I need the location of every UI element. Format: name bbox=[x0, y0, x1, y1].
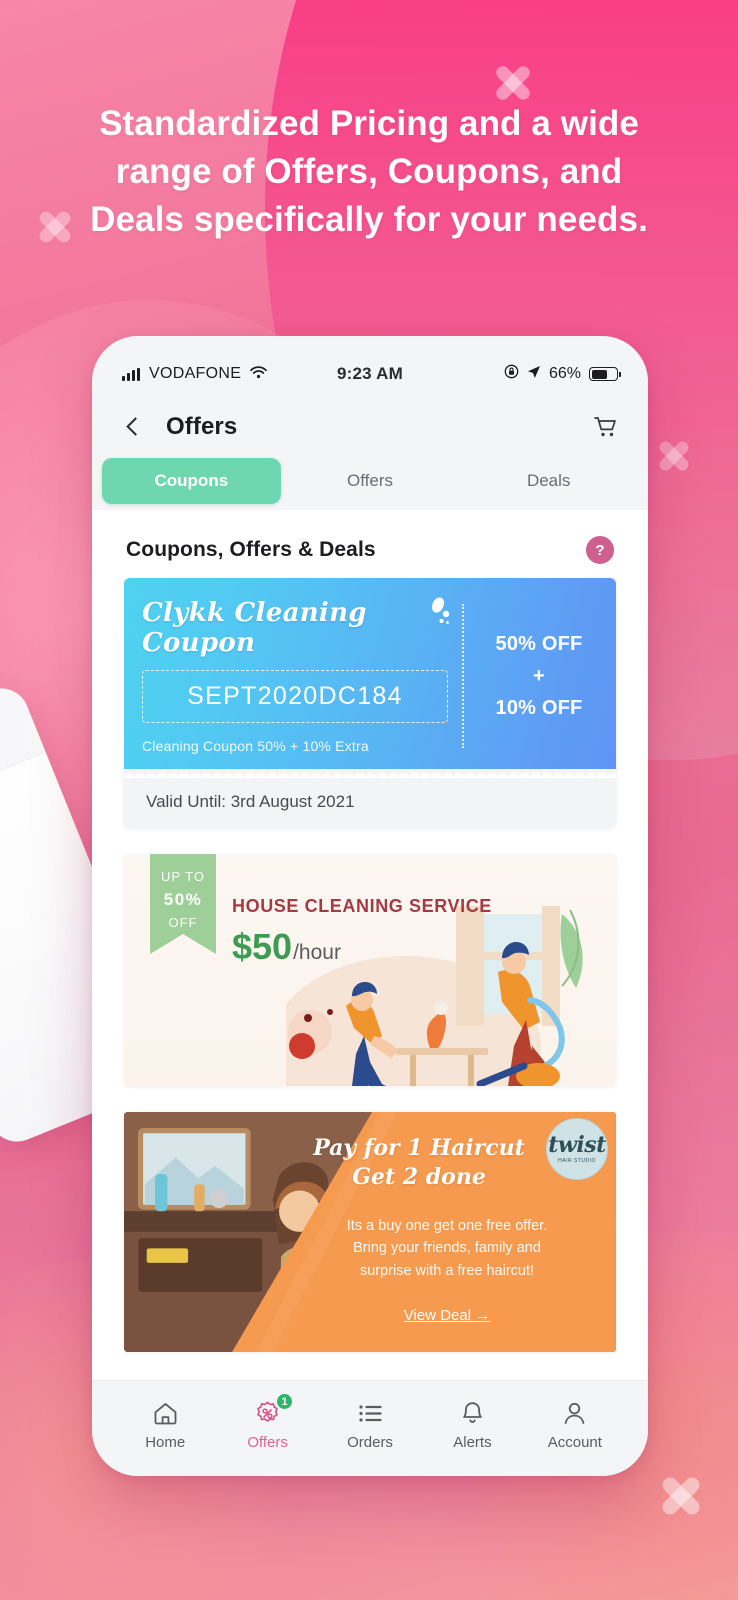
offers-badge-count: 1 bbox=[276, 1393, 294, 1410]
cross-decoration-right bbox=[648, 430, 700, 482]
twist-logo-subtext: HAIR STUDIO bbox=[558, 1158, 596, 1164]
nav-item-account[interactable]: Account bbox=[524, 1400, 626, 1451]
ribbon-line-1: UP TO bbox=[160, 869, 206, 884]
discount-tag-icon: 1 bbox=[254, 1393, 294, 1427]
nav-label-alerts: Alerts bbox=[453, 1434, 492, 1451]
carrier-label: VODAFONE bbox=[149, 365, 242, 382]
battery-percent-label: 66% bbox=[548, 365, 581, 382]
bottom-navigation: Home 1 Offers Orders Alerts Account bbox=[92, 1380, 648, 1476]
coupon-code: SEPT2020DC184 bbox=[187, 682, 403, 710]
coupon-code-box[interactable]: SEPT2020DC184 bbox=[142, 670, 448, 723]
page-title: Offers bbox=[166, 413, 238, 440]
coupon-subtitle: Cleaning Coupon 50% + 10% Extra bbox=[142, 738, 369, 754]
battery-icon bbox=[589, 367, 621, 381]
haircut-body: Its a buy one get one free offer. Bring … bbox=[292, 1215, 602, 1284]
coupon-discount: 50% OFF + 10% OFF bbox=[480, 598, 598, 754]
house-cleaning-card[interactable]: UP TO 50% OFF HOUSE CLEANING SERVICE $50… bbox=[124, 854, 616, 1086]
phone-mockup: VODAFONE 9:23 AM 66% Offers Coupons Offe… bbox=[92, 336, 648, 1476]
house-cleaning-illustration bbox=[286, 906, 583, 1086]
nav-item-offers[interactable]: 1 Offers bbox=[216, 1393, 318, 1451]
ribbon-line-3: OFF bbox=[168, 915, 198, 931]
house-card-price-amount: $50 bbox=[232, 926, 293, 967]
twist-brand-logo: twist HAIR STUDIO bbox=[546, 1118, 608, 1180]
house-card-price: $50 /hour bbox=[232, 926, 341, 968]
coupon-perforation bbox=[124, 769, 616, 778]
coupon-divider bbox=[462, 604, 464, 748]
haircut-body-line-1: Its a buy one get one free offer. bbox=[346, 1217, 548, 1234]
coupon-title: Clykk Cleaning Coupon bbox=[142, 598, 367, 658]
haircut-headline-line-1: Pay for 1 Haircut bbox=[313, 1135, 525, 1161]
coupon-discount-secondary: 10% OFF bbox=[495, 696, 583, 719]
section-header: Coupons, Offers & Deals ? bbox=[92, 510, 648, 578]
signal-bars-icon bbox=[122, 367, 140, 381]
coupon-discount-plus: + bbox=[533, 664, 545, 687]
status-bar-time: 9:23 AM bbox=[337, 364, 403, 383]
bell-icon bbox=[459, 1400, 486, 1427]
location-arrow-icon bbox=[527, 364, 541, 384]
cross-decoration-bottom-right bbox=[650, 1465, 712, 1527]
ribbon-line-2: 50% bbox=[163, 890, 203, 910]
nav-label-orders: Orders bbox=[347, 1434, 393, 1451]
coupon-card-body: Clykk Cleaning Coupon SEPT2020DC184 Clea… bbox=[124, 578, 616, 770]
sparkle-droplets-icon bbox=[426, 596, 456, 635]
rotation-lock-icon bbox=[504, 364, 519, 384]
tab-deals[interactable]: Deals bbox=[459, 458, 638, 504]
house-card-price-unit: /hour bbox=[293, 941, 341, 964]
nav-label-offers: Offers bbox=[247, 1434, 288, 1451]
status-bar: VODAFONE 9:23 AM 66% bbox=[92, 336, 648, 398]
coupon-valid-until: Valid Until: 3rd August 2021 bbox=[124, 778, 616, 828]
haircut-deal-card[interactable]: Pay for 1 Haircut Get 2 done Its a buy o… bbox=[124, 1112, 616, 1352]
headline: Standardized Pricing and a wide range of… bbox=[90, 104, 648, 239]
nav-label-account: Account bbox=[547, 1434, 602, 1451]
haircut-body-line-3: surprise with a free haircut! bbox=[359, 1263, 535, 1280]
tab-bar: Coupons Offers Deals bbox=[92, 456, 648, 510]
nav-item-orders[interactable]: Orders bbox=[319, 1400, 421, 1451]
app-header: Offers bbox=[92, 398, 648, 456]
list-icon bbox=[357, 1400, 384, 1427]
wifi-icon bbox=[250, 364, 268, 384]
view-deal-link[interactable]: View Deal → bbox=[292, 1307, 602, 1324]
help-icon[interactable]: ? bbox=[586, 536, 614, 564]
home-icon bbox=[152, 1400, 179, 1427]
coupon-card[interactable]: Clykk Cleaning Coupon SEPT2020DC184 Clea… bbox=[124, 578, 616, 828]
discount-ribbon: UP TO 50% OFF bbox=[150, 854, 216, 954]
nav-label-home: Home bbox=[145, 1434, 186, 1451]
content-area: Coupons, Offers & Deals ? Clykk Cleaning… bbox=[92, 510, 648, 1380]
tab-coupons[interactable]: Coupons bbox=[102, 458, 281, 504]
shopping-cart-icon[interactable] bbox=[592, 414, 618, 440]
section-title: Coupons, Offers & Deals bbox=[126, 538, 376, 561]
haircut-headline-line-2: Get 2 done bbox=[352, 1164, 486, 1191]
coupon-discount-primary: 50% OFF bbox=[495, 632, 583, 655]
nav-item-alerts[interactable]: Alerts bbox=[421, 1400, 523, 1451]
tab-offers[interactable]: Offers bbox=[281, 458, 460, 504]
house-card-title: HOUSE CLEANING SERVICE bbox=[232, 896, 492, 916]
person-icon bbox=[561, 1400, 588, 1427]
cards-list: Clykk Cleaning Coupon SEPT2020DC184 Clea… bbox=[92, 578, 648, 1352]
back-chevron-icon[interactable] bbox=[122, 416, 144, 438]
nav-item-home[interactable]: Home bbox=[114, 1400, 216, 1451]
haircut-body-line-2: Bring your friends, family and bbox=[353, 1240, 541, 1257]
twist-logo-text: twist bbox=[548, 1132, 606, 1158]
coupon-left: Clykk Cleaning Coupon SEPT2020DC184 Clea… bbox=[142, 596, 462, 754]
